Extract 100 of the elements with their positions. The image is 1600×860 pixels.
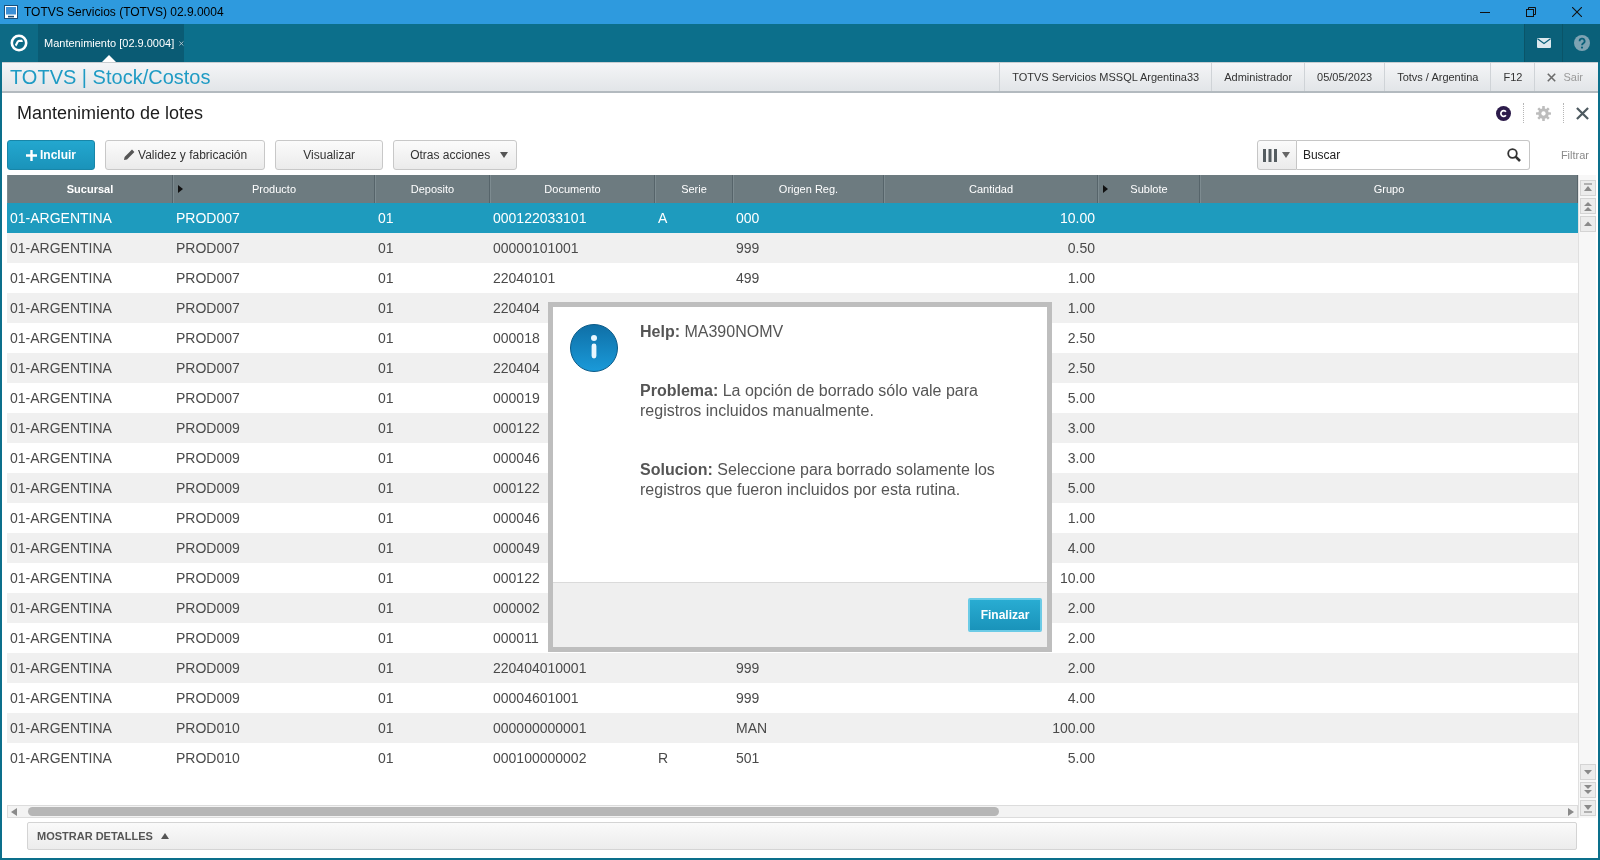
- table-cell: 01-ARGENTINA: [10, 660, 112, 676]
- session-info: Administrador: [1211, 63, 1305, 91]
- table-cell: 01: [378, 690, 394, 706]
- table-cell: 01-ARGENTINA: [10, 300, 112, 316]
- session-info: TOTVS Servicios MSSQL Argentina33: [999, 63, 1212, 91]
- table-cell: 3.00: [1067, 450, 1095, 466]
- table-cell: 220404: [493, 360, 540, 376]
- table-cell: 01-ARGENTINA: [10, 360, 112, 376]
- table-cell: 00000101001: [493, 240, 579, 256]
- table-cell: 01: [378, 390, 394, 406]
- table-cell: 220404: [493, 300, 540, 316]
- window-title: TOTVS Servicios (TOTVS) 02.9.0004: [24, 5, 224, 19]
- table-cell: PROD009: [176, 690, 240, 706]
- table-cell: 01-ARGENTINA: [10, 270, 112, 286]
- table-cell: 22040101: [493, 270, 556, 286]
- table-cell: 1.00: [1067, 510, 1095, 526]
- table-cell: PROD007: [176, 210, 240, 226]
- table-cell: 01: [378, 420, 394, 436]
- table-cell: 000122033101: [493, 210, 587, 226]
- table-cell: 01-ARGENTINA: [10, 480, 112, 496]
- table-cell: 000011: [493, 630, 539, 646]
- table-cell: 01: [378, 270, 394, 286]
- table-cell: 01-ARGENTINA: [10, 210, 112, 226]
- table-cell: 000: [736, 210, 760, 226]
- table-cell: 01-ARGENTINA: [10, 720, 112, 736]
- table-cell: 01-ARGENTINA: [10, 390, 112, 406]
- table-cell: PROD007: [176, 300, 240, 316]
- table-cell: PROD009: [176, 630, 240, 646]
- table-cell: 4.00: [1067, 540, 1095, 556]
- session-info: 05/05/2023: [1304, 63, 1385, 91]
- table-cell: 5.00: [1067, 750, 1095, 766]
- table-cell: PROD007: [176, 270, 240, 286]
- table-cell: PROD007: [176, 360, 240, 376]
- table-cell: 5.00: [1067, 480, 1095, 496]
- table-cell: PROD010: [176, 720, 240, 736]
- table-cell: 01-ARGENTINA: [10, 690, 112, 706]
- table-cell: PROD009: [176, 420, 240, 436]
- table-cell: 000019: [493, 390, 540, 406]
- table-cell: PROD010: [176, 750, 240, 766]
- module-title: TOTVS | Stock/Costos: [9, 65, 211, 89]
- table-cell: PROD009: [176, 570, 240, 586]
- page-title: Mantenimiento de lotes: [16, 102, 204, 124]
- table-cell: 01-ARGENTINA: [10, 630, 112, 646]
- table-cell: PROD009: [176, 540, 240, 556]
- table-cell: 01: [378, 570, 394, 586]
- table-cell: 01-ARGENTINA: [10, 240, 112, 256]
- table-cell: 499: [736, 270, 760, 286]
- session-info: Totvs / Argentina: [1384, 63, 1491, 91]
- table-cell: 2.00: [1067, 600, 1095, 616]
- table-cell: 1.00: [1067, 270, 1095, 286]
- table-cell: 2.00: [1067, 630, 1095, 646]
- table-cell: 000100000002: [493, 750, 587, 766]
- table-cell: 000122: [493, 570, 540, 586]
- table-cell: 100.00: [1052, 720, 1095, 736]
- table-cell: 999: [736, 690, 760, 706]
- table-cell: PROD009: [176, 660, 240, 676]
- table-cell: 000002: [493, 600, 540, 616]
- table-cell: 01-ARGENTINA: [10, 540, 112, 556]
- table-cell: PROD009: [176, 480, 240, 496]
- table-cell: 000046: [493, 450, 540, 466]
- session-info: F12: [1490, 63, 1535, 91]
- table-cell: 00004601001: [493, 690, 579, 706]
- table-cell: 01-ARGENTINA: [10, 450, 112, 466]
- table-cell: 01-ARGENTINA: [10, 750, 112, 766]
- table-cell: 01: [378, 600, 394, 616]
- table-cell: 000122: [493, 420, 540, 436]
- table-cell: 000018: [493, 330, 540, 346]
- table-cell: 220404010001: [493, 660, 587, 676]
- table-cell: 01: [378, 720, 394, 736]
- table-cell: 5.00: [1067, 390, 1095, 406]
- table-cell: PROD007: [176, 240, 240, 256]
- table-cell: 999: [736, 660, 760, 676]
- table-cell: 1.00: [1067, 300, 1095, 316]
- table-cell: 999: [736, 240, 760, 256]
- table-cell: 01: [378, 630, 394, 646]
- table-cell: 10.00: [1059, 570, 1095, 586]
- table-cell: PROD009: [176, 510, 240, 526]
- table-cell: 01-ARGENTINA: [10, 600, 112, 616]
- table-cell: 01: [378, 240, 394, 256]
- table-cell: R: [658, 750, 669, 766]
- table-cell: 501: [736, 750, 760, 766]
- table-cell: 01: [378, 360, 394, 376]
- table-cell: 01: [378, 210, 394, 226]
- table-cell: 01-ARGENTINA: [10, 510, 112, 526]
- table-cell: 000000000001: [493, 720, 587, 736]
- table-cell: 2.50: [1067, 360, 1095, 376]
- table-cell: 01: [378, 300, 394, 316]
- table-cell: 4.00: [1067, 690, 1095, 706]
- dialog-text: Problema: La opción de borrado sólo vale para registros incluidos manualmente.: [640, 381, 979, 421]
- table-cell: 01-ARGENTINA: [10, 330, 112, 346]
- table-cell: 01: [378, 510, 394, 526]
- table-cell: 01: [378, 480, 394, 496]
- table-cell: PROD009: [176, 600, 240, 616]
- table-cell: 01: [378, 330, 394, 346]
- table-cell: A: [658, 210, 668, 226]
- table-cell: 01: [378, 450, 394, 466]
- table-cell: 3.00: [1067, 420, 1095, 436]
- table-cell: 000122: [493, 480, 540, 496]
- table-cell: 000046: [493, 510, 540, 526]
- table-cell: MAN: [736, 720, 768, 736]
